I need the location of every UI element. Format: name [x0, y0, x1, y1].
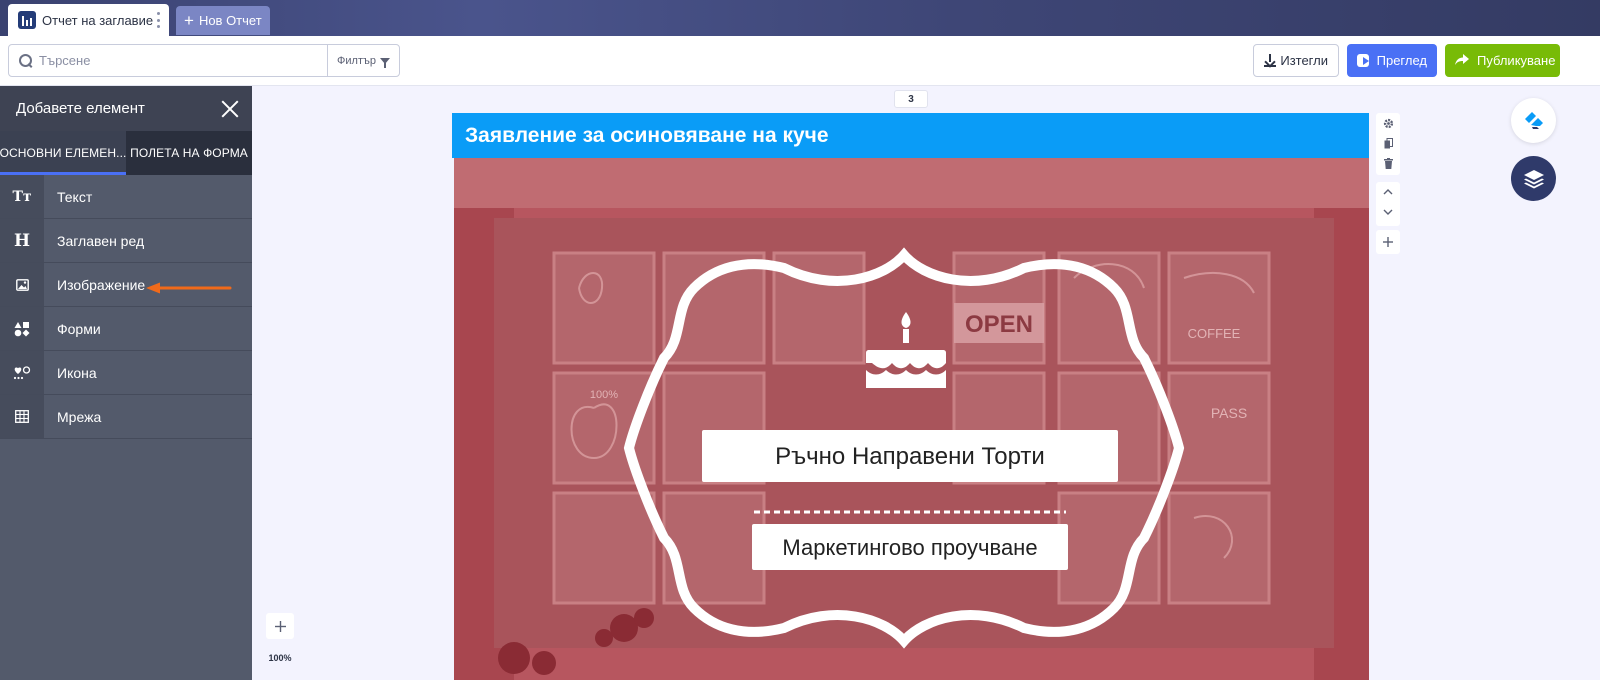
panel-title: Добавете елемент: [16, 100, 145, 117]
filter-funnel-icon: [379, 57, 390, 68]
form-title-bar[interactable]: Заявление за осиновяване на куче: [452, 113, 1369, 158]
sidebar-item-label: Заглавен ред: [57, 232, 145, 249]
download-button[interactable]: Изтегли: [1253, 44, 1339, 77]
zoom-in-button[interactable]: [266, 613, 294, 639]
cake-shop-image[interactable]: OPEN PASS COFFEE 100% Ръчно Направени То…: [454, 158, 1369, 680]
plus-icon: +: [184, 11, 194, 30]
icon-icon: [0, 351, 44, 394]
delete-trash-icon[interactable]: [1376, 153, 1400, 173]
publish-label: Публикуване: [1477, 53, 1556, 68]
layers-button[interactable]: [1511, 156, 1556, 201]
tab-current-report-label: Отчет на заглавие: [42, 12, 154, 28]
tab-basic-elements[interactable]: ОСНОВНИ ЕЛЕМЕН...: [0, 131, 126, 175]
close-icon[interactable]: [220, 99, 240, 119]
tab-form-fields[interactable]: ПОЛЕТА НА ФОРМА: [126, 131, 252, 175]
search-input[interactable]: [39, 53, 309, 68]
sign-100: 100%: [590, 389, 618, 401]
paint-roller-icon: [1524, 111, 1543, 129]
sign-open: OPEN: [965, 311, 1033, 338]
move-tools: [1376, 182, 1400, 226]
text-icon: Tт: [0, 175, 44, 218]
settings-gear-icon[interactable]: [1376, 113, 1400, 133]
badge-title: Ръчно Направени Торти: [775, 443, 1045, 470]
share-arrow-icon: [1455, 53, 1469, 68]
sidebar-item-label: Икона: [57, 364, 97, 381]
new-report-label: Нов Отчет: [198, 13, 262, 28]
tab-current-report[interactable]: Отчет на заглавие: [8, 4, 169, 36]
sidebar-item-label: Мрежа: [57, 408, 102, 425]
sidebar-item-shapes[interactable]: Форми: [0, 307, 252, 351]
preview-button[interactable]: Преглед: [1347, 44, 1437, 77]
filter-label: Филтър: [337, 54, 376, 67]
image-icon: [0, 263, 44, 306]
preview-play-icon: [1357, 54, 1369, 67]
storefront-photo: OPEN PASS COFFEE 100% Ръчно Направени То…: [454, 158, 1369, 680]
report-chart-icon: [18, 11, 36, 29]
move-down-chevron-icon[interactable]: [1376, 202, 1400, 222]
sidebar-item-label: Текст: [57, 188, 93, 205]
shapes-icon: [0, 307, 44, 350]
filter-button[interactable]: Филтър: [327, 45, 399, 76]
search-icon: [19, 53, 33, 68]
plus-icon: [1376, 230, 1400, 254]
panel-header: Добавете елемент: [0, 86, 252, 131]
top-toolbar: Филтър Изтегли Преглед Публикуване: [0, 36, 1600, 86]
sidebar-item-icon[interactable]: Икона: [0, 351, 252, 395]
sidebar-item-heading[interactable]: H Заглавен ред: [0, 219, 252, 263]
add-element-panel: Добавете елемент ОСНОВНИ ЕЛЕМЕН... ПОЛЕТ…: [0, 86, 252, 680]
annotation-arrow-icon: [146, 282, 232, 294]
new-report-tab[interactable]: + Нов Отчет: [176, 6, 270, 35]
sidebar-item-grid[interactable]: Мрежа: [0, 395, 252, 439]
sidebar-item-text[interactable]: Tт Текст: [0, 175, 252, 219]
heading-icon: H: [0, 219, 44, 262]
page-number-badge: 3: [894, 90, 928, 108]
move-up-chevron-icon[interactable]: [1376, 182, 1400, 202]
download-icon: [1264, 54, 1276, 67]
sign-pass: PASS: [1211, 405, 1247, 421]
sidebar-item-label: Изображение: [57, 276, 146, 293]
badge-subtitle: Маркетингово проучване: [782, 535, 1037, 560]
report-tab-bar: Отчет на заглавие + Нов Отчет: [0, 0, 1600, 36]
element-tools: [1376, 113, 1400, 175]
panel-tabs: ОСНОВНИ ЕЛЕМЕН... ПОЛЕТА НА ФОРМА: [0, 131, 252, 175]
tab-menu-dots-icon[interactable]: [157, 12, 161, 28]
plus-icon: [274, 620, 286, 632]
download-label: Изтегли: [1280, 53, 1328, 68]
layers-icon: [1523, 169, 1544, 188]
search-box: Филтър: [8, 44, 400, 77]
grid-icon: [0, 395, 44, 438]
sign-coffee: COFFEE: [1188, 326, 1241, 341]
preview-label: Преглед: [1376, 53, 1427, 68]
zoom-level: 100%: [268, 653, 292, 663]
sidebar-item-label: Форми: [57, 320, 101, 337]
add-below-button[interactable]: [1376, 230, 1400, 254]
duplicate-icon[interactable]: [1376, 133, 1400, 153]
publish-button[interactable]: Публикуване: [1445, 44, 1560, 77]
report-designer-button[interactable]: [1511, 98, 1556, 143]
form-title: Заявление за осиновяване на куче: [465, 123, 829, 147]
